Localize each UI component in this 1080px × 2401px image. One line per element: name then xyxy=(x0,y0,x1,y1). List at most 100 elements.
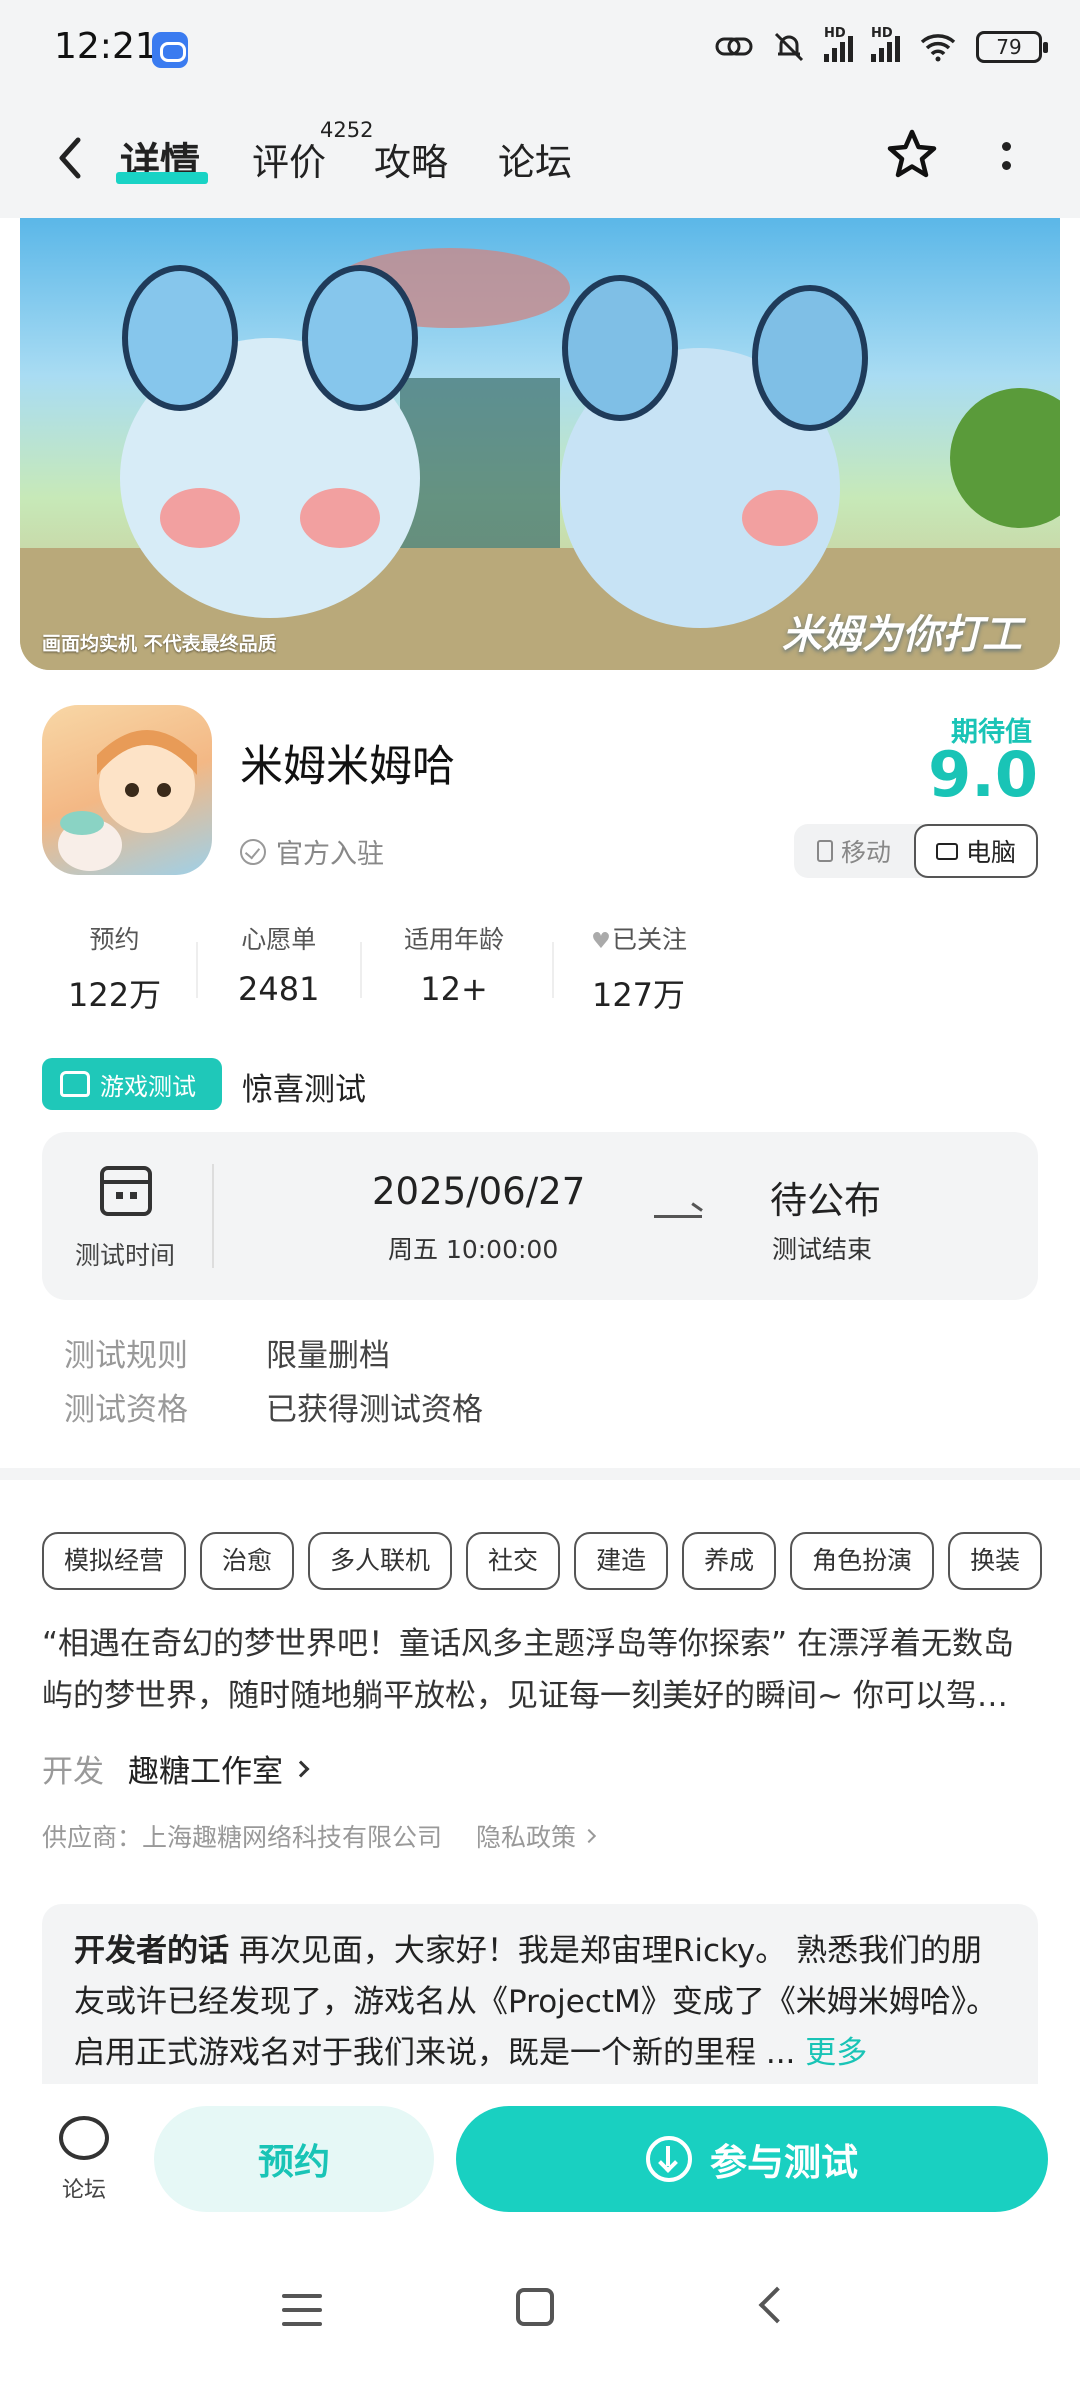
forum-button[interactable]: 论坛 xyxy=(52,2116,116,2204)
test-start-time: 周五 10:00:00 xyxy=(388,1235,559,1264)
heart-icon: ♥ xyxy=(591,929,611,954)
tag[interactable]: 养成 xyxy=(682,1532,777,1590)
platform-switch: 移动 电脑 xyxy=(794,824,1038,878)
test-end-label: 测试结束 xyxy=(772,1235,873,1264)
stat-reservations: 预约 122万 xyxy=(68,920,161,1016)
banner-disclaimer: 画面均实机 不代表最终品质 xyxy=(42,633,277,655)
test-time-label: 测试时间 xyxy=(75,1241,176,1270)
test-qualification-row: 测试资格 已获得测试资格 xyxy=(64,1384,483,1429)
game-stats: 预约 122万 心愿单 2481 适用年龄 12+ ♥已关注 127万 xyxy=(40,920,740,1020)
tag[interactable]: 模拟经营 xyxy=(42,1532,187,1590)
divider xyxy=(196,942,198,998)
calendar-icon xyxy=(100,1166,152,1216)
test-badge-label: 游戏测试 xyxy=(100,1072,196,1101)
wifi-icon xyxy=(920,34,956,62)
test-end-status: 待公布 xyxy=(770,1179,881,1222)
game-description[interactable]: “相遇在奇幻的梦世界吧！童话风多主题浮岛等你探索” 在漂浮着无数岛屿的梦世界，随… xyxy=(42,1618,1042,1722)
review-count-badge: 4252 xyxy=(320,118,374,142)
stat-followed[interactable]: ♥已关注 127万 xyxy=(590,920,687,1016)
monitor-icon xyxy=(935,842,958,860)
test-name: 惊喜测试 xyxy=(242,1072,366,1108)
platform-pc-label: 电脑 xyxy=(965,838,1016,867)
stat-value: 127万 xyxy=(591,976,686,1014)
join-test-label: 参与测试 xyxy=(710,2141,858,2184)
mute-bell-icon xyxy=(774,32,804,62)
forum-label: 论坛 xyxy=(61,2178,106,2203)
tag-list: 模拟经营 治愈 多人联机 社交 建造 养成 角色扮演 换装 xyxy=(42,1532,1080,1590)
stat-label-text: 已关注 xyxy=(612,925,688,954)
active-tab-indicator xyxy=(116,172,208,184)
developer-words-label: 开发者的话 xyxy=(74,1933,229,1969)
platform-mobile-label: 移动 xyxy=(840,838,891,867)
favorite-button[interactable] xyxy=(882,126,942,186)
tag[interactable]: 治愈 xyxy=(200,1532,295,1590)
hero-banner[interactable]: 画面均实机 不代表最终品质 米姆为你打工 xyxy=(20,218,1060,670)
signal-icon-2: HD xyxy=(871,26,900,62)
test-start-date: 2025/06/27 xyxy=(372,1170,586,1213)
arrow-right-icon xyxy=(654,1215,702,1218)
official-verified: 官方入驻 xyxy=(240,832,384,871)
link-app-icon xyxy=(152,32,188,68)
battery-icon: 79 xyxy=(976,31,1048,63)
stat-wishlist: 心愿单 2481 xyxy=(238,920,319,1008)
reserve-button[interactable]: 预约 xyxy=(154,2106,434,2212)
test-schedule-card: 测试时间 2025/06/27 周五 10:00:00 待公布 测试结束 xyxy=(42,1132,1038,1300)
tag[interactable]: 社交 xyxy=(466,1532,561,1590)
status-bar: 12:21 HD HD 79 xyxy=(0,0,1080,100)
tab-guides[interactable]: 攻略 xyxy=(374,132,448,186)
more-link[interactable]: 更多 xyxy=(805,2035,867,2071)
test-rule-row: 测试规则 限量删档 xyxy=(64,1330,390,1375)
system-nav-bar xyxy=(0,2234,1080,2401)
tag[interactable]: 角色扮演 xyxy=(790,1532,935,1590)
star-icon xyxy=(887,129,937,178)
chevron-right-icon xyxy=(292,1760,310,1777)
game-title: 米姆米姆哈 xyxy=(240,742,455,792)
privacy-policy-link[interactable]: 隐私政策 xyxy=(476,1818,597,1854)
rule-key: 测试规则 xyxy=(64,1338,188,1374)
rule-key: 测试资格 xyxy=(64,1392,188,1428)
test-icon xyxy=(60,1071,90,1097)
back-button[interactable] xyxy=(50,130,100,190)
divider xyxy=(552,942,554,998)
join-test-button[interactable]: 参与测试 xyxy=(456,2106,1048,2212)
official-label: 官方入驻 xyxy=(276,839,384,870)
back-arrow-icon xyxy=(59,137,81,179)
status-time: 12:21 xyxy=(54,26,158,67)
privacy-label: 隐私政策 xyxy=(476,1823,577,1852)
phone-icon xyxy=(816,840,833,862)
developer-row[interactable]: 开发 趣糖工作室 xyxy=(42,1746,310,1791)
stat-label: 适用年龄 xyxy=(404,925,505,954)
divider xyxy=(360,942,362,998)
home-button[interactable] xyxy=(516,2288,554,2326)
banner-slogan: 米姆为你打工 xyxy=(782,612,1022,658)
tab-forum[interactable]: 论坛 xyxy=(498,132,572,186)
tab-reviews[interactable]: 评价 xyxy=(252,132,326,186)
more-options-button[interactable] xyxy=(986,128,1026,184)
chevron-right-icon xyxy=(581,1828,597,1844)
tag[interactable]: 建造 xyxy=(574,1532,669,1590)
stat-value: 2481 xyxy=(238,970,320,1008)
platform-mobile[interactable]: 移动 xyxy=(794,824,914,878)
rule-value: 已获得测试资格 xyxy=(266,1392,483,1428)
recent-apps-button[interactable] xyxy=(282,2294,322,2326)
chat-bubble-icon xyxy=(59,2116,109,2160)
game-test-badge: 游戏测试 xyxy=(42,1058,222,1110)
platform-pc[interactable]: 电脑 xyxy=(914,824,1038,878)
link-icon xyxy=(715,37,753,56)
stat-value: 122万 xyxy=(68,976,162,1014)
section-divider xyxy=(0,1468,1080,1480)
bottom-action-bar: 论坛 预约 参与测试 xyxy=(0,2084,1080,2234)
developer-words-card[interactable]: 开发者的话 再次见面，大家好！我是郑宙理Ricky。 熟悉我们的朋友或许已经发现… xyxy=(42,1904,1038,2084)
game-icon-art xyxy=(58,730,197,871)
game-icon xyxy=(42,705,212,875)
stat-label: ♥已关注 xyxy=(590,920,687,956)
signal-icon: HD xyxy=(824,26,853,62)
stat-value: 12+ xyxy=(420,970,488,1008)
stat-label: 预约 xyxy=(89,925,140,954)
download-icon xyxy=(646,2136,692,2182)
supplier-row: 供应商：上海趣糖网络科技有限公司 隐私政策 xyxy=(42,1818,597,1854)
system-back-button[interactable] xyxy=(758,2286,796,2324)
developer-name: 趣糖工作室 xyxy=(128,1754,283,1790)
tag[interactable]: 多人联机 xyxy=(308,1532,453,1590)
tag[interactable]: 换装 xyxy=(948,1532,1043,1590)
